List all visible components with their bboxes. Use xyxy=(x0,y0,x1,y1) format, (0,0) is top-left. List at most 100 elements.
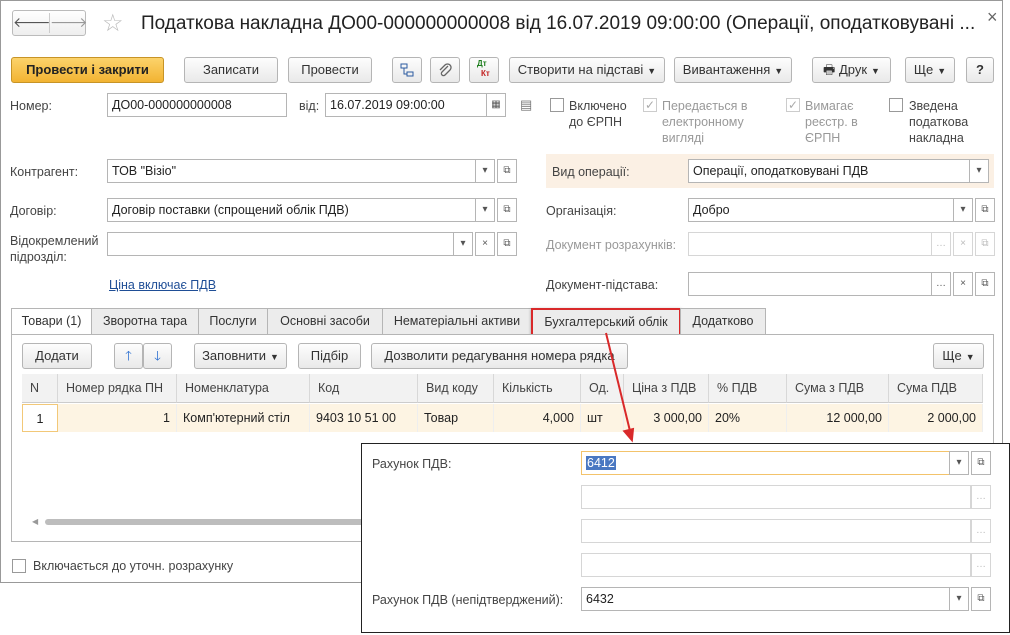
allow-edit-row-number-button[interactable]: Дозволити редагування номера рядка xyxy=(371,343,628,369)
col-code-type[interactable]: Вид коду xyxy=(418,374,494,403)
subconto-3-field xyxy=(581,553,971,577)
organization-field[interactable]: Добро xyxy=(688,198,954,222)
price-includes-vat-link[interactable]: Ціна включає ПДВ xyxy=(109,278,216,292)
vat-account-dropdown-icon[interactable]: ▾ xyxy=(949,451,969,475)
star-icon[interactable]: ☆ xyxy=(102,9,124,38)
cell-row-number[interactable]: 1 xyxy=(58,404,177,432)
tab-goods[interactable]: Товари (1) xyxy=(11,308,92,336)
more-button[interactable]: Ще ▼ xyxy=(905,57,955,83)
table-more-label: Ще xyxy=(942,348,962,363)
tab-services[interactable]: Послуги xyxy=(198,308,268,335)
organization-dropdown-icon[interactable]: ▾ xyxy=(953,198,973,222)
summary-invoice-label: Зведена податкова накладна xyxy=(909,99,969,145)
calendar-icon[interactable]: ▦ xyxy=(486,93,506,117)
basis-select-icon[interactable]: … xyxy=(931,272,951,296)
forward-arrow-icon[interactable]: 🡒 xyxy=(50,14,88,31)
close-icon[interactable]: × xyxy=(987,7,998,28)
cell-code-type[interactable]: Товар xyxy=(418,404,494,432)
uploads-label: Вивантаження xyxy=(682,62,771,77)
fill-button[interactable]: Заповнити ▼ xyxy=(194,343,287,369)
move-down-icon[interactable]: 🡓 xyxy=(143,343,172,369)
basis-document-field[interactable] xyxy=(688,272,932,296)
col-n[interactable]: N xyxy=(22,374,58,403)
move-up-icon[interactable]: 🡑 xyxy=(114,343,143,369)
vat-unconfirmed-open-icon[interactable]: ⧉ xyxy=(971,587,991,611)
col-sum-with-vat[interactable]: Сума з ПДВ xyxy=(787,374,889,403)
help-button[interactable]: ? xyxy=(966,57,994,83)
cell-vat-sum[interactable]: 2 000,00 xyxy=(889,404,983,432)
erpn-checkbox[interactable] xyxy=(550,98,564,112)
branch-clear-icon[interactable]: × xyxy=(475,232,495,256)
cell-nomenclature[interactable]: Комп'ютерний стіл xyxy=(177,404,310,432)
number-field[interactable]: ДО00-000000000008 xyxy=(107,93,287,117)
col-vat-sum[interactable]: Сума ПДВ xyxy=(889,374,983,403)
counterparty-dropdown-icon[interactable]: ▾ xyxy=(475,159,495,183)
chevron-down-icon: ▼ xyxy=(965,352,975,362)
operation-type-dropdown-icon[interactable]: ▾ xyxy=(969,159,989,183)
cell-code[interactable]: 9403 10 51 00 xyxy=(310,404,418,432)
recalc-label: Включається до уточн. розрахунку xyxy=(33,559,234,573)
vat-account-value: 6412 xyxy=(586,456,616,470)
col-quantity[interactable]: Кількість xyxy=(494,374,581,403)
create-based-on-button[interactable]: Створити на підставі ▼ xyxy=(509,57,665,83)
debit-credit-icon[interactable]: Дт Кт xyxy=(469,57,499,83)
branch-field[interactable] xyxy=(107,232,454,256)
post-and-close-button[interactable]: Провести і закрити xyxy=(11,57,164,83)
operation-type-field[interactable]: Операції, оподатковувані ПДВ xyxy=(688,159,970,183)
cell-vat-rate[interactable]: 20% xyxy=(709,404,787,432)
table-more-button[interactable]: Ще ▼ xyxy=(933,343,984,369)
vat-unconfirmed-label: Рахунок ПДВ (непідтверджений): xyxy=(372,593,564,607)
branch-open-icon[interactable]: ⧉ xyxy=(497,232,517,256)
tab-fixed-assets[interactable]: Основні засоби xyxy=(267,308,383,335)
organization-label: Організація: xyxy=(546,204,617,218)
tab-returnable-packaging[interactable]: Зворотна тара xyxy=(91,308,199,335)
title-bar: 🡐 🡒 ☆ Податкова накладна ДО00-0000000000… xyxy=(1,1,1002,49)
print-label: Друк xyxy=(838,62,868,77)
printer-icon: 🖶 xyxy=(823,62,836,77)
basis-open-icon[interactable]: ⧉ xyxy=(975,272,995,296)
save-button[interactable]: Записати xyxy=(184,57,278,83)
branch-dropdown-icon[interactable]: ▾ xyxy=(453,232,473,256)
print-button[interactable]: 🖶 Друк ▼ xyxy=(812,57,891,83)
recalc-checkbox[interactable] xyxy=(12,559,26,573)
chevron-down-icon: ▼ xyxy=(270,352,279,362)
col-code[interactable]: Код xyxy=(310,374,418,403)
structure-icon[interactable] xyxy=(392,57,422,83)
vat-account-open-icon[interactable]: ⧉ xyxy=(971,451,991,475)
select-button[interactable]: Підбір xyxy=(298,343,361,369)
vat-unconfirmed-dropdown-icon[interactable]: ▾ xyxy=(949,587,969,611)
contract-open-icon[interactable]: ⧉ xyxy=(497,198,517,222)
summary-invoice-checkbox[interactable] xyxy=(889,98,903,112)
tab-additional[interactable]: Додатково xyxy=(680,308,766,335)
basis-clear-icon[interactable]: × xyxy=(953,272,973,296)
comment-icon[interactable]: ▤ xyxy=(520,97,532,113)
attachment-icon[interactable] xyxy=(430,57,460,83)
cell-quantity[interactable]: 4,000 xyxy=(494,404,581,432)
vat-account-field[interactable]: 6412 xyxy=(581,451,950,475)
back-arrow-icon[interactable]: 🡐 xyxy=(13,14,51,31)
counterparty-field[interactable]: ТОВ "Візіо" xyxy=(107,159,476,183)
vat-unconfirmed-field[interactable]: 6432 xyxy=(581,587,950,611)
col-row-number[interactable]: Номер рядка ПН xyxy=(58,374,177,403)
contract-field[interactable]: Договір поставки (спрощений облік ПДВ) xyxy=(107,198,476,222)
basis-document-label: Документ-підстава: xyxy=(546,278,659,292)
settlement-select-icon: … xyxy=(931,232,951,256)
settlement-document-field xyxy=(688,232,932,256)
uploads-button[interactable]: Вивантаження ▼ xyxy=(674,57,792,83)
scroll-left-icon[interactable]: ◀ xyxy=(32,517,38,526)
add-row-button[interactable]: Додати xyxy=(22,343,92,369)
more-label: Ще xyxy=(913,62,934,77)
date-field[interactable]: 16.07.2019 09:00:00 xyxy=(325,93,487,117)
col-nomenclature[interactable]: Номенклатура xyxy=(177,374,310,403)
cell-n[interactable]: 1 xyxy=(22,404,58,432)
organization-open-icon[interactable]: ⧉ xyxy=(975,198,995,222)
tab-intangible-assets[interactable]: Нематеріальні активи xyxy=(382,308,532,335)
col-vat-rate[interactable]: % ПДВ xyxy=(709,374,787,403)
contract-label: Договір: xyxy=(10,204,57,218)
contract-dropdown-icon[interactable]: ▾ xyxy=(475,198,495,222)
cell-sum-with-vat[interactable]: 12 000,00 xyxy=(787,404,889,432)
horizontal-scrollbar[interactable] xyxy=(45,519,365,525)
counterparty-open-icon[interactable]: ⧉ xyxy=(497,159,517,183)
post-button[interactable]: Провести xyxy=(288,57,372,83)
requires-registration-checkbox: ✓ xyxy=(786,98,800,112)
